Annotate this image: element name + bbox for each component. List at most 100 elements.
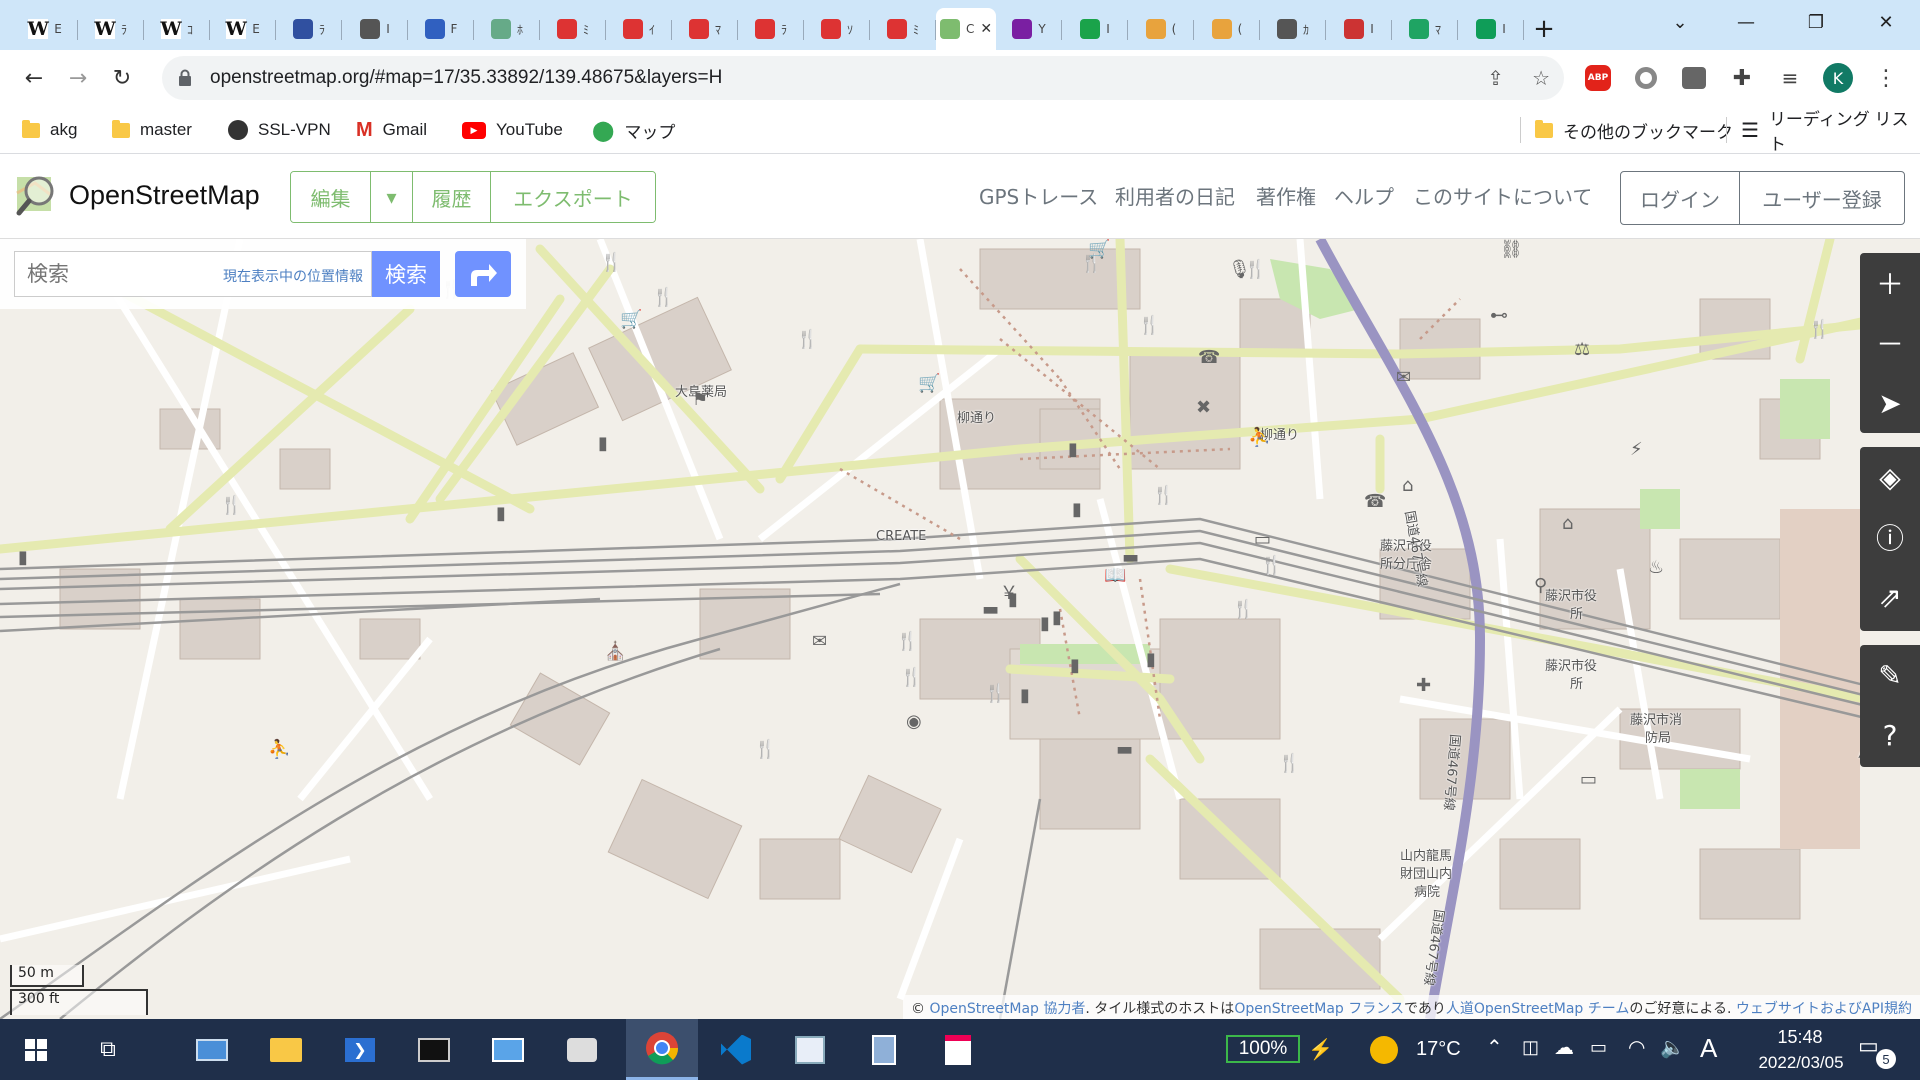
bus-stop-icon[interactable]: ▭	[1254, 529, 1271, 550]
town-hall-icon[interactable]: ⌂	[1562, 513, 1573, 534]
address-bar[interactable]: openstreetmap.org/#map=17/35.33892/139.4…	[162, 56, 1564, 100]
map-canvas[interactable]: 大島薬局 柳通り 柳通り CREATE 藤沢市役 所分庁舎 藤沢市役 所 藤沢市…	[0, 239, 1920, 1019]
desktop-app-icon[interactable]	[176, 1019, 248, 1080]
camera-icon[interactable]: ◉	[906, 711, 922, 732]
restaurant-icon[interactable]: 🍴	[600, 252, 622, 273]
restaurant-icon[interactable]: 🍴	[1232, 599, 1254, 620]
bookmark-gmail[interactable]: M Gmail	[356, 106, 427, 154]
history-button[interactable]: 履歴	[413, 172, 491, 222]
lock-icon[interactable]	[178, 69, 192, 87]
browser-tab[interactable]: I	[1062, 8, 1128, 50]
url-text[interactable]: openstreetmap.org/#map=17/35.33892/139.4…	[210, 67, 722, 89]
restaurant-icon[interactable]: 🍴	[652, 287, 674, 308]
restore-button[interactable]: ❐	[1786, 0, 1846, 44]
bus-stop-icon[interactable]: ▮	[1040, 613, 1050, 634]
chevron-up-icon[interactable]: ⌃	[1486, 1035, 1503, 1060]
file-explorer-icon[interactable]	[250, 1019, 322, 1080]
restaurant-icon[interactable]: 🍴	[1260, 555, 1282, 576]
browser-tab[interactable]: I	[1458, 8, 1524, 50]
adblock-extension[interactable]: ABP	[1578, 58, 1618, 98]
bus-stop-icon[interactable]: ▮	[1068, 439, 1078, 460]
browser-tab[interactable]: WE	[12, 8, 78, 50]
bus-stop-icon[interactable]: ▭	[1580, 769, 1597, 790]
bus-stop-icon[interactable]: ▮	[1146, 649, 1156, 670]
zoom-in-button[interactable]: ＋	[1860, 253, 1920, 313]
shop-icon[interactable]: 🛒	[1088, 239, 1110, 260]
browser-tab[interactable]: F	[408, 8, 474, 50]
browser-tab[interactable]: C ✕	[936, 8, 996, 50]
bookmark-star-icon[interactable]: ☆	[1532, 66, 1550, 90]
map-tiles[interactable]	[0, 239, 1920, 1019]
search-button[interactable]: 検索	[372, 251, 440, 297]
extension-circle-icon[interactable]	[1626, 58, 1666, 98]
share-map-icon[interactable]: ⇗	[1860, 567, 1920, 627]
signup-button[interactable]: ユーザー登録	[1739, 171, 1905, 225]
restaurant-icon[interactable]: 🍴	[1138, 315, 1160, 336]
restaurant-icon[interactable]: 🍴	[1808, 319, 1830, 340]
browser-tab[interactable]: Y	[996, 8, 1062, 50]
cloud-icon[interactable]: ☁	[1554, 1035, 1574, 1060]
restaurant-icon[interactable]: 🍴	[984, 683, 1006, 704]
tab-search-icon[interactable]: ⌄	[1650, 0, 1710, 44]
reading-list[interactable]: ☰ リーディング リスト	[1726, 110, 1920, 154]
bookmark-other[interactable]: その他のブックマーク	[1520, 117, 1733, 143]
browser-tab[interactable]: Wﾗ	[78, 8, 144, 50]
reload-button[interactable]: ↻	[102, 58, 142, 98]
bus-stop-icon[interactable]: ▮	[1070, 655, 1080, 676]
marker-icon[interactable]: ⚑	[692, 389, 708, 410]
browser-tab[interactable]: ｶ	[1260, 8, 1326, 50]
browser-tab[interactable]: ﾎ	[474, 8, 540, 50]
zoom-out-button[interactable]: －	[1860, 313, 1920, 373]
extension-chat-icon[interactable]	[1674, 58, 1714, 98]
back-button[interactable]: ←	[14, 58, 54, 98]
bookmark-master[interactable]: master	[112, 106, 192, 154]
browser-tab[interactable]: ﾏ	[672, 8, 738, 50]
browser-tab[interactable]: WE	[210, 8, 276, 50]
shop-icon[interactable]: 🛒	[918, 373, 940, 394]
search-input[interactable]	[27, 262, 167, 286]
network-tool-icon[interactable]	[546, 1019, 618, 1080]
bus-stop-icon[interactable]: ▮	[1020, 685, 1030, 706]
library-icon[interactable]: 📖	[1104, 565, 1126, 586]
export-button[interactable]: エクスポート	[491, 172, 655, 222]
share-icon[interactable]: ⇪	[1487, 66, 1504, 90]
locate-icon[interactable]: ➤	[1860, 373, 1920, 433]
notification-count[interactable]: 5	[1876, 1049, 1896, 1069]
browser-tab[interactable]: ﾗ	[276, 8, 342, 50]
nav-user-diaries[interactable]: 利用者の日記	[1115, 181, 1235, 210]
new-tab-button[interactable]: +	[1524, 8, 1564, 50]
edit-button[interactable]: 編集	[291, 172, 371, 222]
menu-kebab-icon[interactable]: ⋮	[1866, 58, 1906, 98]
restaurant-icon[interactable]: 🍴	[796, 329, 818, 350]
browser-tab[interactable]: ｲ	[606, 8, 672, 50]
clock-time[interactable]: 15:48	[1760, 1027, 1840, 1048]
bus-stop-icon[interactable]: ▮	[18, 547, 28, 568]
nav-about[interactable]: このサイトについて	[1413, 181, 1592, 210]
windows-start-icon[interactable]	[0, 1019, 72, 1080]
layers-icon[interactable]: ◈	[1860, 447, 1920, 507]
ferry-icon[interactable]: ⛓	[1500, 239, 1523, 260]
bookmark-maps[interactable]: ⬤ マップ	[592, 106, 675, 154]
info-icon[interactable]: ⓘ	[1860, 507, 1920, 567]
bicycle-icon[interactable]: ⚲	[1534, 575, 1547, 596]
browser-tab[interactable]: (	[1128, 8, 1194, 50]
forward-button[interactable]: →	[58, 58, 98, 98]
powershell-icon[interactable]: ❯	[324, 1019, 396, 1080]
restaurant-icon[interactable]: 🍴	[754, 739, 776, 760]
profile-button[interactable]: K	[1818, 58, 1858, 98]
browser-tab[interactable]: ｿ	[804, 8, 870, 50]
playground-icon[interactable]: ⛹	[268, 739, 290, 760]
restaurant-icon[interactable]: 🍴	[220, 495, 242, 516]
post-office-icon[interactable]: ✉	[1396, 367, 1411, 388]
nav-help[interactable]: ヘルプ	[1334, 181, 1394, 210]
add-note-icon[interactable]: ✎	[1860, 645, 1920, 705]
bicycle-icon[interactable]: ⊷	[1490, 305, 1508, 326]
where-am-i-link[interactable]: 現在表示中の位置情報	[223, 266, 363, 286]
edit-dropdown-chevron-icon[interactable]: ▾	[371, 172, 413, 222]
browser-tab[interactable]: Wｺ	[144, 8, 210, 50]
hospital-icon[interactable]: ✚	[1416, 675, 1431, 696]
terms-link[interactable]: ウェブサイトおよびAPI規約	[1736, 1001, 1912, 1017]
post-office-icon[interactable]: ✉	[812, 631, 827, 652]
osm-logo[interactable]: OpenStreetMap	[15, 173, 260, 217]
bus-stop-icon[interactable]: ▮	[598, 433, 608, 454]
